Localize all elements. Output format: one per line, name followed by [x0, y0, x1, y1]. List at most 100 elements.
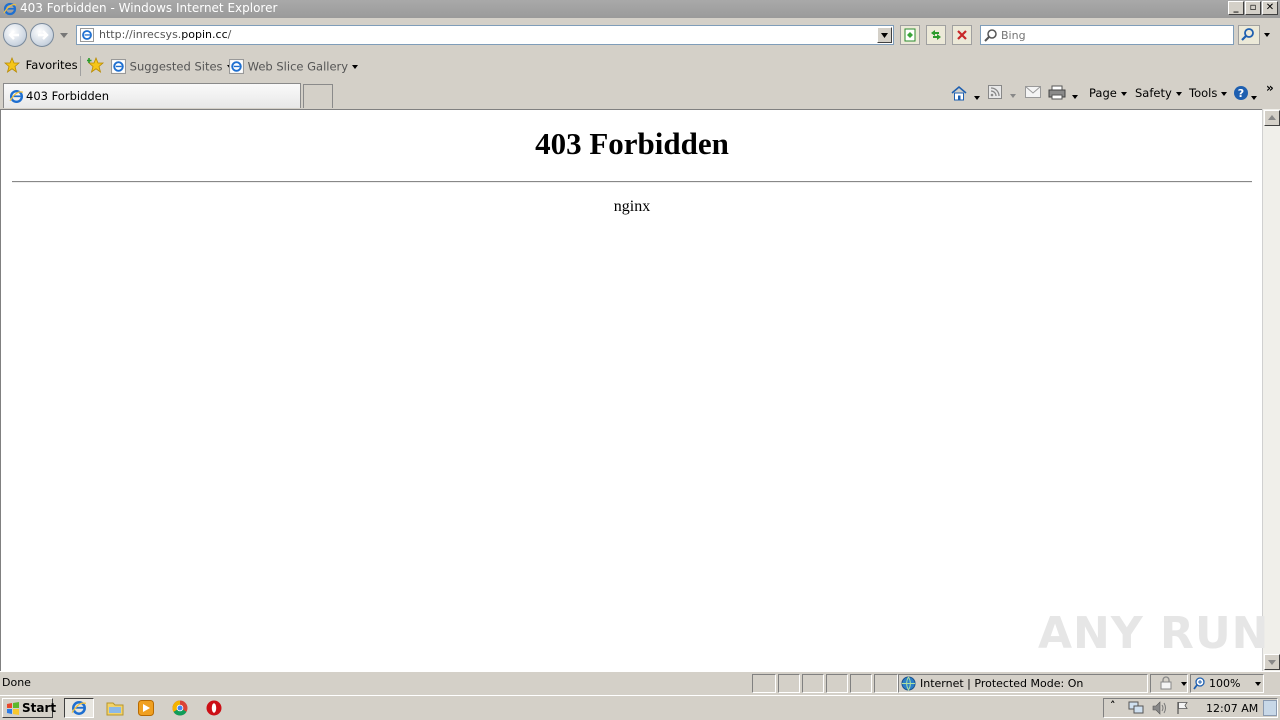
- back-button[interactable]: [3, 23, 27, 47]
- url-domain: popin.cc: [181, 28, 228, 41]
- internet-explorer-icon: [71, 701, 87, 715]
- tab-403-forbidden[interactable]: 403 Forbidden: [3, 83, 301, 108]
- suggested-sites-link[interactable]: Suggested Sites: [111, 59, 233, 74]
- taskbar-media-player-button[interactable]: [136, 698, 158, 718]
- refresh-button[interactable]: [926, 25, 946, 45]
- globe-icon: [901, 676, 916, 691]
- favorites-divider: [80, 56, 81, 76]
- feeds-button[interactable]: [988, 85, 1016, 102]
- close-button[interactable]: ✕: [1262, 1, 1278, 15]
- status-bar: Done Internet | Protected Mode: On 100%: [0, 671, 1280, 695]
- url-suffix: /: [227, 28, 232, 41]
- tab-row: 403 Forbidden Page Safety Tools ? »: [0, 80, 1280, 109]
- printer-icon: [1048, 85, 1066, 100]
- stop-button[interactable]: [952, 25, 972, 45]
- chevron-down-icon: [1255, 682, 1261, 686]
- forward-button[interactable]: [30, 23, 54, 47]
- favorites-button[interactable]: Favorites: [3, 56, 78, 73]
- status-panel: [826, 674, 848, 693]
- system-tray: ˄ 12:07 AM: [1103, 698, 1278, 718]
- search-options-chevron-icon[interactable]: [1264, 33, 1270, 37]
- favorites-label: Favorites: [25, 58, 78, 72]
- status-text: Done: [2, 676, 31, 689]
- start-button[interactable]: Start: [2, 698, 57, 718]
- chevron-down-icon: [974, 95, 980, 100]
- protected-mode-panel[interactable]: [1150, 674, 1188, 693]
- chevron-down-icon: [1251, 95, 1257, 100]
- chrome-icon: [172, 700, 188, 716]
- zoom-panel[interactable]: 100%: [1190, 674, 1264, 693]
- stop-x-icon: [957, 30, 967, 40]
- tab-label: 403 Forbidden: [26, 89, 110, 103]
- compatibility-icon: [904, 28, 916, 42]
- restore-button[interactable]: ▫: [1245, 1, 1261, 15]
- chevron-down-icon: [881, 33, 888, 38]
- taskbar-ie-button[interactable]: [64, 698, 94, 718]
- title-bar: 403 Forbidden - Windows Internet Explore…: [0, 0, 1280, 18]
- volume-icon[interactable]: [1152, 701, 1167, 715]
- rss-feed-icon: [988, 85, 1002, 99]
- chevron-down-icon: [1010, 93, 1016, 98]
- minimize-button[interactable]: _: [1228, 1, 1244, 15]
- chevron-down-icon: [1221, 91, 1228, 96]
- window-title: 403 Forbidden - Windows Internet Explore…: [20, 1, 278, 15]
- vertical-scrollbar[interactable]: [1262, 109, 1280, 671]
- action-center-flag-icon[interactable]: [1176, 701, 1190, 715]
- address-bar[interactable]: http://inrecsys.popin.cc/: [76, 25, 894, 45]
- chevron-down-icon: [1181, 682, 1187, 686]
- start-label: Start: [22, 701, 57, 715]
- address-url[interactable]: http://inrecsys.popin.cc/: [99, 28, 231, 41]
- opera-icon: [206, 700, 222, 716]
- compatibility-view-button[interactable]: [900, 25, 920, 45]
- network-icon[interactable]: [1128, 701, 1144, 715]
- arrow-down-icon: [1268, 660, 1276, 665]
- home-button[interactable]: [950, 85, 980, 104]
- page-content: 403 Forbidden nginx: [0, 109, 1262, 671]
- error-heading: 403 Forbidden: [535, 126, 729, 161]
- read-mail-button[interactable]: [1025, 86, 1041, 101]
- tools-menu-label: Tools: [1189, 86, 1218, 100]
- web-slice-gallery-label: Web Slice Gallery: [247, 59, 349, 74]
- show-hidden-icons-chevron-icon[interactable]: ˄: [1110, 699, 1116, 712]
- security-zone-panel[interactable]: Internet | Protected Mode: On: [898, 674, 1148, 693]
- favorites-bar: Favorites Suggested Sites Web Slice Gall…: [0, 52, 1280, 80]
- refresh-icon: [931, 30, 941, 40]
- status-panel: [802, 674, 824, 693]
- magnifier-icon: [1241, 28, 1254, 41]
- page-menu[interactable]: Page: [1089, 86, 1127, 100]
- search-go-button[interactable]: [1238, 25, 1260, 45]
- scroll-up-button[interactable]: [1264, 110, 1280, 126]
- taskbar: Start ˄ 12:07 AM: [0, 695, 1280, 720]
- add-to-favorites-bar-button[interactable]: [86, 56, 105, 76]
- search-input[interactable]: [1001, 27, 1229, 43]
- status-panel: [778, 674, 800, 693]
- anyrun-watermark: ANY RUN: [1038, 608, 1270, 659]
- favorites-star-icon: [3, 56, 21, 73]
- taskbar-chrome-button[interactable]: [170, 698, 192, 718]
- status-panel: [874, 674, 898, 693]
- navigation-bar: http://inrecsys.popin.cc/: [0, 18, 1280, 52]
- taskbar-explorer-button[interactable]: [104, 698, 126, 718]
- suggested-sites-label: Suggested Sites: [129, 59, 223, 74]
- recent-pages-chevron-icon[interactable]: [60, 33, 68, 38]
- zoom-level: 100%: [1209, 677, 1241, 690]
- print-button[interactable]: [1048, 85, 1078, 103]
- search-box[interactable]: [980, 25, 1234, 45]
- clock[interactable]: 12:07 AM: [1206, 702, 1258, 715]
- home-icon: [951, 85, 967, 101]
- address-dropdown-button[interactable]: [877, 27, 892, 43]
- help-menu[interactable]: ?: [1233, 85, 1257, 104]
- server-name: nginx: [613, 198, 651, 215]
- zone-text: Internet | Protected Mode: On: [920, 677, 1084, 690]
- show-desktop-button[interactable]: [1263, 700, 1277, 716]
- taskbar-opera-button[interactable]: [204, 698, 226, 718]
- help-icon: ?: [1234, 86, 1248, 100]
- new-tab-button[interactable]: [303, 84, 333, 108]
- chevron-down-icon: [1175, 91, 1182, 96]
- safety-menu[interactable]: Safety: [1135, 86, 1182, 100]
- forward-arrow-icon: [38, 30, 49, 40]
- overflow-chevron-icon[interactable]: »: [1266, 81, 1274, 95]
- tools-menu[interactable]: Tools: [1189, 86, 1228, 100]
- web-slice-gallery-link[interactable]: Web Slice Gallery: [229, 59, 359, 74]
- svg-text:?: ?: [1238, 87, 1244, 100]
